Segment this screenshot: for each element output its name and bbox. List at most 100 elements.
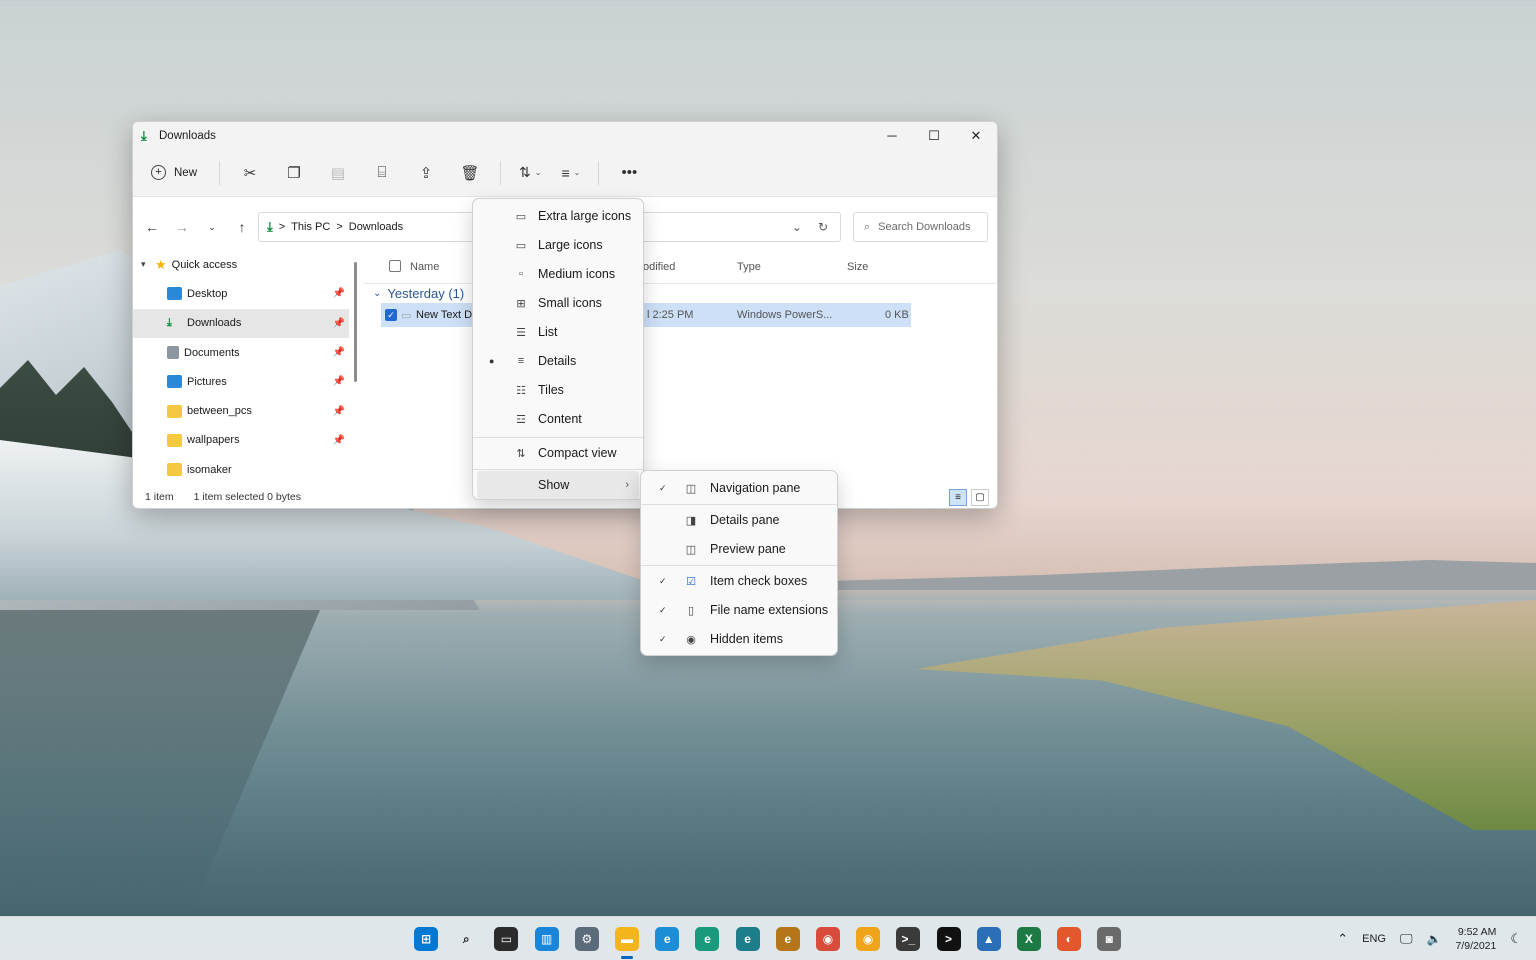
menu-item-details[interactable]: ● ≡ Details: [477, 347, 639, 375]
sidebar-item-between-pcs[interactable]: between_pcs 📌: [133, 396, 349, 425]
tiles-view-icon[interactable]: ▢: [971, 489, 989, 506]
taskbar-command-prompt[interactable]: >: [928, 922, 968, 956]
rename-icon[interactable]: ⌸: [360, 164, 404, 181]
menu-item-preview-pane[interactable]: ◫ Preview pane: [645, 535, 833, 563]
row-checkbox[interactable]: ✓: [385, 309, 397, 321]
sidebar-item-documents[interactable]: Documents 📌: [133, 338, 349, 367]
taskbar-chrome[interactable]: ◉: [808, 922, 848, 956]
toolbar-divider: [598, 160, 600, 185]
minimize-button[interactable]: ─: [871, 122, 913, 149]
taskbar-edge-beta[interactable]: e: [687, 922, 727, 956]
taskbar-excel[interactable]: X: [1009, 922, 1049, 956]
taskbar-widgets[interactable]: ▥: [527, 922, 567, 956]
details-pane-icon: ◨: [685, 514, 697, 527]
clock[interactable]: 9:52 AM 7/9/2021: [1455, 925, 1496, 953]
taskbar-photos[interactable]: ▲: [969, 922, 1009, 956]
toolbar-divider: [500, 160, 502, 185]
checkmark-icon: ✓: [659, 604, 667, 615]
group-label: Yesterday (1): [387, 286, 465, 301]
more-options-icon[interactable]: •••: [607, 164, 651, 181]
chevron-down-icon[interactable]: ▾: [141, 259, 155, 270]
document-icon: [167, 346, 179, 360]
paste-icon[interactable]: ▤: [316, 164, 360, 182]
checkmark-icon: ✓: [659, 633, 667, 644]
menu-item-details-pane[interactable]: ◨ Details pane: [645, 506, 833, 534]
refresh-icon[interactable]: ↻: [818, 220, 828, 234]
edge-beta-icon: e: [695, 927, 720, 951]
folder-icon: [167, 463, 182, 477]
copy-icon[interactable]: ❐: [272, 164, 316, 182]
sidebar-item-desktop[interactable]: Desktop 📌: [133, 279, 349, 308]
new-button[interactable]: + New: [151, 165, 197, 180]
forward-icon[interactable]: →: [167, 219, 197, 235]
up-icon[interactable]: ↑: [227, 219, 257, 235]
share-icon[interactable]: ⇪: [404, 164, 448, 182]
menu-item-show[interactable]: Show ›: [477, 471, 639, 499]
pin-icon: 📌: [332, 288, 345, 300]
taskbar-edge-canary[interactable]: e: [768, 922, 808, 956]
title-bar[interactable]: ⤓ Downloads ─ ☐ ✕: [133, 122, 997, 149]
new-label: New: [174, 166, 198, 179]
menu-item-file-name-extensions[interactable]: ✓ ▯ File name extensions: [645, 596, 833, 624]
recent-chevron-icon[interactable]: ⌄: [197, 222, 227, 233]
network-icon[interactable]: 🖵: [1400, 931, 1413, 947]
back-icon[interactable]: ←: [137, 219, 167, 235]
menu-item-item-check-boxes[interactable]: ✓ ☑ Item check boxes: [645, 567, 833, 595]
sidebar-item-wallpapers[interactable]: wallpapers 📌: [133, 426, 349, 455]
chevron-up-icon[interactable]: ⌃: [1337, 931, 1348, 947]
delete-icon[interactable]: 🗑: [448, 164, 492, 182]
column-date-modified[interactable]: odified: [643, 261, 675, 273]
menu-item-tiles[interactable]: ☷ Tiles: [477, 376, 639, 404]
details-view-icon[interactable]: ≡: [949, 489, 967, 506]
menu-item-small-icons[interactable]: ⊞ Small icons: [477, 289, 639, 317]
taskbar-edge[interactable]: e: [647, 922, 687, 956]
menu-item-label: Large icons: [538, 238, 603, 252]
column-type[interactable]: Type: [737, 261, 761, 273]
taskbar-terminal[interactable]: >_: [888, 922, 928, 956]
sidebar-item-quick-access[interactable]: ▾ ★ Quick access: [133, 250, 349, 279]
menu-item-medium-icons[interactable]: ▫ Medium icons: [477, 260, 639, 288]
sidebar-item-downloads[interactable]: ⤓ Downloads 📌: [133, 308, 349, 338]
taskbar-task-view[interactable]: ▭: [486, 922, 526, 956]
column-name[interactable]: Name: [410, 261, 439, 273]
sidebar-scrollbar[interactable]: [354, 262, 357, 382]
breadcrumb-downloads[interactable]: Downloads: [349, 221, 403, 233]
close-button[interactable]: ✕: [955, 122, 997, 149]
chevron-down-icon[interactable]: ⌄: [792, 220, 802, 234]
taskbar-start[interactable]: ⊞: [406, 922, 446, 956]
taskbar-chrome-canary[interactable]: ◉: [848, 922, 888, 956]
sidebar-item-pictures[interactable]: Pictures 📌: [133, 367, 349, 396]
menu-item-navigation-pane[interactable]: ✓ ◫ Navigation pane: [645, 474, 833, 502]
taskbar: ⊞ ⌕ ▭ ▥ ⚙ ▬ e e e e ◉ ◉ >_ > ▲ X ◐ ◙ ⌃ ENG 🖵 🔈 9:52 AM 7/…: [0, 916, 1536, 960]
focus-assist-icon[interactable]: ☾: [1510, 931, 1522, 947]
breadcrumb-this-pc[interactable]: This PC: [291, 221, 330, 233]
menu-item-content[interactable]: ☲ Content: [477, 405, 639, 433]
taskbar-firefox[interactable]: ◐: [1049, 922, 1089, 956]
sort-button[interactable]: ⇅ ⌄: [509, 164, 551, 181]
cut-icon[interactable]: ✂: [228, 164, 272, 182]
download-icon: ⤓: [267, 219, 273, 234]
menu-item-large-icons[interactable]: ▭ Large icons: [477, 231, 639, 259]
group-header[interactable]: ⌄ Yesterday (1): [373, 286, 464, 301]
language-indicator[interactable]: ENG: [1362, 933, 1386, 945]
menu-item-compact-view[interactable]: ⇅ Compact view: [477, 439, 639, 467]
search-input[interactable]: ⌕ Search Downloads: [853, 212, 988, 242]
menu-item-extra-large-icons[interactable]: ▭ Extra large icons: [477, 202, 639, 230]
sidebar-item-isomaker[interactable]: isomaker: [133, 455, 349, 484]
file-name: New Text Do: [416, 309, 479, 321]
view-button[interactable]: ≡ ⌄: [551, 165, 590, 181]
table-row[interactable]: ✓ ▭ New Text Do l 2:25 PM Windows PowerS…: [381, 303, 911, 327]
menu-item-list[interactable]: ☰ List: [477, 318, 639, 346]
column-size[interactable]: Size: [847, 261, 868, 273]
taskbar-file-explorer[interactable]: ▬: [607, 922, 647, 959]
maximize-button[interactable]: ☐: [913, 122, 955, 149]
taskbar-settings[interactable]: ⚙: [567, 922, 607, 956]
taskbar-edge-dev[interactable]: e: [728, 922, 768, 956]
select-all-checkbox[interactable]: [389, 260, 401, 272]
list-icon: ☰: [516, 326, 526, 339]
menu-item-hidden-items[interactable]: ✓ ◉ Hidden items: [645, 625, 833, 653]
menu-item-label: Item check boxes: [710, 574, 808, 588]
taskbar-search[interactable]: ⌕: [446, 922, 486, 956]
taskbar-camera[interactable]: ◙: [1089, 922, 1129, 956]
volume-icon[interactable]: 🔈: [1427, 932, 1442, 946]
